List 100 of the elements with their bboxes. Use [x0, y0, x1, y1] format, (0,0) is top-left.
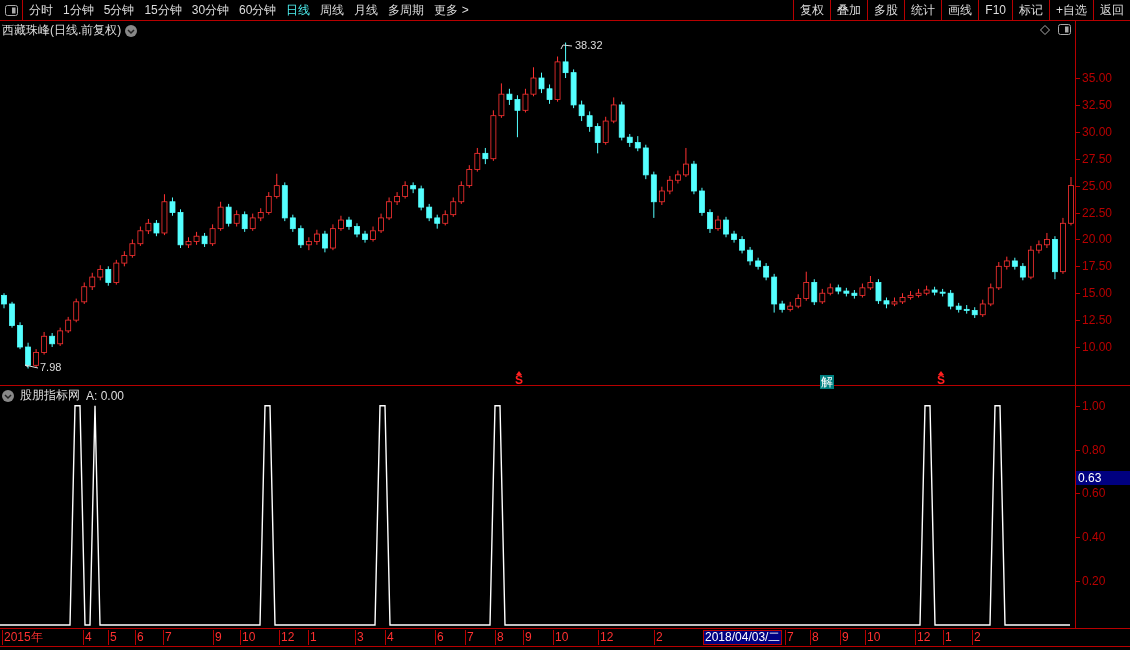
period-tab[interactable]: 1分钟 [63, 1, 94, 19]
toolbar-button[interactable]: F10 [978, 0, 1012, 20]
period-tab[interactable]: 5分钟 [103, 1, 135, 19]
panel-icon[interactable] [4, 4, 18, 16]
value-axis-label: 0.60 [1082, 486, 1106, 501]
candlestick [747, 246, 753, 266]
date-axis-label: 1 [308, 630, 317, 645]
date-axis-label: 12 [279, 630, 295, 645]
chart-title: 西藏珠峰(日线.前复权) [2, 22, 122, 39]
up-arrow-icon [516, 371, 522, 375]
indicator-reading: A: 0.00 [86, 388, 125, 403]
candlestick [666, 175, 673, 195]
candlestick [330, 223, 336, 251]
date-axis-label: 1 [943, 630, 952, 645]
date-axis-label: 4 [83, 630, 92, 645]
panel-icon[interactable] [1058, 24, 1071, 35]
value-axis-label: 0.40 [1082, 530, 1106, 545]
candlestick [322, 230, 328, 253]
period-tab[interactable]: 分时 [29, 1, 53, 19]
period-tab[interactable]: 多周期 [388, 1, 425, 19]
candlestick [450, 196, 457, 218]
date-axis-label: 4 [385, 630, 394, 645]
diamond-icon[interactable] [1040, 24, 1050, 35]
price-axis-label: 30.00 [1082, 124, 1113, 139]
candlestick [474, 147, 481, 173]
up-arrow-icon [938, 371, 944, 375]
period-tab[interactable]: 周线 [320, 1, 345, 19]
date-axis-label: 8 [495, 630, 504, 645]
candlestick [81, 281, 88, 305]
leader-line [560, 44, 573, 50]
date-axis-label: 10 [865, 630, 881, 645]
period-tab[interactable]: 60分钟 [239, 1, 277, 19]
candlestick [594, 122, 601, 154]
toolbar-button[interactable]: 返回 [1093, 0, 1130, 20]
signal-badge: 解 [820, 375, 834, 389]
candlestick [1036, 240, 1042, 254]
toolbar-button[interactable]: 画线 [941, 0, 979, 20]
price-axis-label: 10.00 [1082, 340, 1113, 354]
candlestick [297, 224, 304, 249]
date-axis-label: 5 [108, 630, 117, 645]
candlestick [305, 236, 312, 251]
sell-signal-label: S [937, 375, 945, 385]
date-axis-label: 9 [523, 630, 532, 645]
period-tab[interactable]: 30分钟 [191, 1, 230, 19]
candlestick [17, 321, 23, 350]
dropdown-icon[interactable] [2, 389, 14, 402]
toolbar-button[interactable]: 多股 [867, 0, 905, 20]
candlestick [707, 208, 713, 234]
candlestick [803, 271, 810, 302]
price-axis-label: 25.00 [1082, 178, 1113, 193]
candlestick [699, 187, 705, 217]
price-axis-label: 22.50 [1082, 205, 1113, 220]
date-axis-label: 2015年 [2, 630, 43, 645]
candlestick [41, 331, 48, 356]
candlestick [33, 348, 39, 368]
candlestick [241, 210, 248, 233]
period-tab[interactable]: 日线 [286, 1, 311, 19]
toolbar-button[interactable]: 标记 [1012, 0, 1049, 20]
date-axis-label: 6 [135, 630, 144, 645]
toolbar-button[interactable]: 复权 [793, 0, 831, 20]
toolbar-button[interactable]: +自选 [1049, 0, 1093, 20]
toolbar-button[interactable]: 叠加 [830, 0, 868, 20]
candlestick [658, 186, 665, 206]
candlestick [265, 191, 272, 216]
candlestick [394, 191, 401, 206]
period-tab[interactable]: 更多 > [434, 1, 469, 19]
date-axis-label: 3 [355, 630, 364, 645]
low-price-label: 7.98 [40, 361, 62, 373]
candlestick [723, 216, 729, 238]
candlestick [683, 147, 689, 178]
candlestick [225, 203, 232, 228]
value-axis-label: 1.00 [1082, 398, 1106, 413]
candlestick [25, 342, 31, 370]
candlestick [947, 289, 954, 310]
price-axis-label: 15.00 [1082, 286, 1113, 301]
value-axis-label: 0.80 [1082, 442, 1106, 457]
candlestick [987, 283, 994, 307]
date-axis-label: 2 [654, 630, 663, 645]
candlestick [73, 298, 80, 323]
candlestick [273, 173, 280, 200]
date-axis-label: 12 [598, 630, 614, 645]
candlestick [113, 259, 120, 286]
dropdown-icon[interactable] [125, 24, 138, 37]
candlestick [610, 96, 617, 124]
toolbar-button[interactable]: 统计 [904, 0, 942, 20]
candlestick [458, 180, 465, 205]
cursor-date-label: 2018/04/03/二 [703, 630, 783, 645]
date-axis-label: 10 [240, 630, 256, 645]
period-tab[interactable]: 月线 [354, 1, 379, 19]
date-axis-label: 10 [553, 630, 569, 645]
period-tab[interactable]: 15分钟 [144, 1, 182, 19]
date-axis-label: 7 [785, 630, 794, 645]
date-axis-label: 9 [213, 630, 222, 645]
candlestick [9, 301, 15, 329]
price-axis-label: 35.00 [1082, 71, 1113, 85]
candlestick [602, 116, 609, 146]
sell-signal-label: S [515, 375, 523, 385]
date-axis-label: 7 [465, 630, 474, 645]
candlestick [386, 196, 392, 221]
candlestick [1044, 232, 1050, 249]
